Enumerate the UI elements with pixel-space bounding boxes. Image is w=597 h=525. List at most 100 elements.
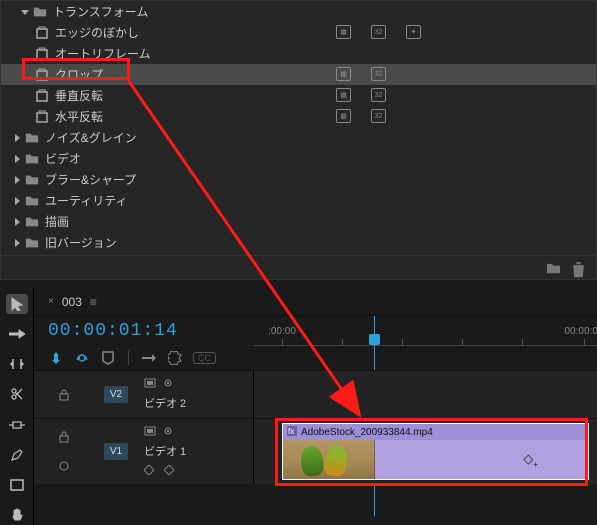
folder-icon [25, 236, 39, 250]
clip-filename: AdobeStock_200933844.mp4 [301, 427, 433, 438]
preset-icon [35, 110, 49, 124]
effect-item[interactable]: エッジのぼかし▦32✦ [1, 22, 596, 43]
folder-label: 旧バージョン [45, 234, 117, 251]
close-sequence-icon[interactable]: × [48, 296, 54, 307]
sequence-name: 003 [62, 295, 82, 309]
effect-label: エッジのぼかし [55, 24, 139, 41]
effect-item[interactable]: オートリフレーム [1, 43, 596, 64]
effects-folder[interactable]: ブラー&シャープ [1, 169, 596, 190]
source-patch-icon[interactable] [144, 378, 156, 390]
type-badge-icon: 32 [371, 109, 386, 123]
folder-transform[interactable]: トランスフォーム [1, 1, 596, 22]
track-v1: V1 ビデオ 1 [34, 418, 597, 484]
effects-folder[interactable]: 描画 [1, 211, 596, 232]
drop-cursor-icon: ◇+ [523, 451, 538, 469]
folder-icon [33, 5, 47, 19]
track-target-v1[interactable]: V1 [104, 443, 128, 460]
insert-icon[interactable] [141, 350, 157, 366]
new-bin-icon[interactable] [546, 261, 561, 275]
effects-folder[interactable]: 旧バージョン [1, 232, 596, 253]
track-body-v1[interactable]: fx AdobeStock_200933844.mp4 ◇+ [254, 418, 597, 484]
selection-tool-icon[interactable] [6, 294, 28, 314]
track-select-tool-icon[interactable] [6, 324, 28, 344]
ruler-tick-end: 00:00:05 [565, 326, 597, 337]
ripple-edit-tool-icon[interactable] [6, 354, 28, 374]
effect-label: 水平反転 [55, 108, 103, 125]
rectangle-tool-icon[interactable] [6, 475, 28, 495]
slip-tool-icon[interactable] [6, 415, 28, 435]
track-target-v2[interactable]: V2 [104, 386, 128, 403]
tab-menu-icon[interactable]: ≡ [90, 295, 97, 309]
clip-thumbnail [283, 440, 375, 479]
disclose-right-icon[interactable] [11, 153, 23, 165]
folder-icon [25, 194, 39, 208]
razor-tool-icon[interactable] [6, 384, 28, 404]
accelerated-badge-icon: ▦ [336, 88, 351, 102]
track-v2: V2 ビデオ 2 [34, 370, 597, 418]
accelerated-badge-icon: ▦ [336, 67, 351, 81]
track-header-v1: V1 ビデオ 1 [34, 418, 254, 484]
sync-lock-icon[interactable] [58, 460, 70, 472]
folder-icon [25, 131, 39, 145]
effects-folder[interactable]: ビデオ [1, 148, 596, 169]
keyframe-icon[interactable] [164, 465, 176, 477]
effect-label: オートリフレーム [55, 45, 151, 62]
accelerated-badge-icon: ▦ [336, 25, 351, 39]
preset-icon [35, 47, 49, 61]
source-patch-icon[interactable] [144, 426, 156, 438]
folder-label: ノイズ&グレイン [45, 129, 137, 146]
folder-icon [25, 152, 39, 166]
delete-icon[interactable] [571, 261, 586, 275]
type-badge-icon: 32 [371, 88, 386, 102]
effect-item[interactable]: クロップ ▦ 32 [1, 64, 596, 85]
effects-tree: トランスフォーム エッジのぼかし▦32✦オートリフレームクロップ▦32垂直反転▦… [1, 1, 596, 255]
disclose-right-icon[interactable] [11, 174, 23, 186]
lock-icon[interactable] [58, 431, 70, 443]
timecode-display[interactable]: 00:00:01:14 [48, 321, 178, 341]
track-header-v2: V2 ビデオ 2 [34, 370, 254, 418]
folder-label: ビデオ [45, 150, 81, 167]
folder-label: ブラー&シャープ [45, 171, 136, 188]
folder-label: 描画 [45, 213, 69, 230]
effects-panel-footer [1, 255, 596, 279]
disclose-right-icon[interactable] [11, 132, 23, 144]
lock-icon[interactable] [58, 389, 70, 401]
track-body-v2[interactable] [254, 370, 597, 418]
keyframe-icon[interactable] [144, 465, 156, 477]
toggle-output-icon[interactable] [162, 426, 174, 438]
toggle-output-icon[interactable] [162, 378, 174, 390]
sequence-tab[interactable]: × 003 ≡ [34, 288, 597, 316]
add-marker-icon[interactable] [100, 350, 116, 366]
preset-icon [35, 26, 49, 40]
accelerated-badge-icon: ▦ [336, 109, 351, 123]
snap-icon[interactable] [48, 350, 64, 366]
effect-item[interactable]: 垂直反転▦32 [1, 85, 596, 106]
captions-badge[interactable]: CC [193, 352, 216, 364]
disclose-right-icon[interactable] [11, 216, 23, 228]
pen-tool-icon[interactable] [6, 445, 28, 465]
settings-icon[interactable] [167, 350, 183, 366]
clip-tail: ◇+ [375, 440, 588, 479]
effect-label: クロップ [55, 66, 103, 83]
timeline-panel: × 003 ≡ 00:00:01:14 :00:00 00:00:05 [34, 288, 597, 525]
folder-label: トランスフォーム [53, 3, 148, 20]
fx-badge-icon: fx [287, 426, 297, 439]
tool-strip [0, 288, 34, 525]
effects-folder[interactable]: ノイズ&グレイン [1, 127, 596, 148]
disclose-down-icon[interactable] [19, 6, 31, 18]
video-clip[interactable]: fx AdobeStock_200933844.mp4 ◇+ [282, 423, 589, 480]
effects-folder[interactable]: ユーティリティ [1, 190, 596, 211]
svg-text:fx: fx [288, 427, 294, 436]
effects-panel: トランスフォーム エッジのぼかし▦32✦オートリフレームクロップ▦32垂直反転▦… [0, 0, 597, 280]
preset-icon [35, 89, 49, 103]
effects-folder[interactable]: 時間 [1, 253, 596, 255]
ruler-tick-start: :00:00 [268, 326, 296, 337]
type-badge-icon: 32 [371, 67, 386, 81]
hand-tool-icon[interactable] [6, 505, 28, 525]
time-ruler[interactable]: :00:00 00:00:05 [254, 316, 597, 346]
effect-item[interactable]: 水平反転 ▦ 32 [1, 106, 596, 127]
disclose-right-icon[interactable] [11, 237, 23, 249]
linked-selection-icon[interactable] [74, 350, 90, 366]
disclose-right-icon[interactable] [11, 195, 23, 207]
extra-badge-icon: ✦ [406, 25, 421, 39]
